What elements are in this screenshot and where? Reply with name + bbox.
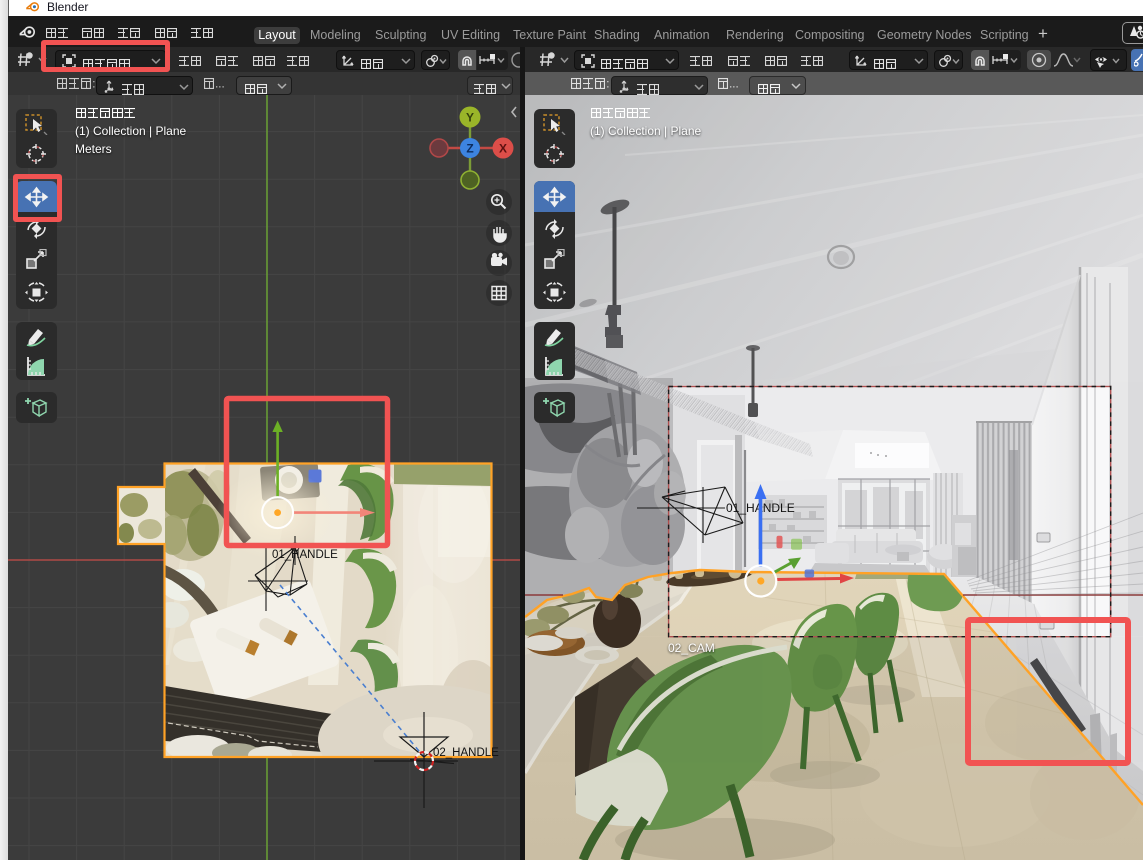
svg-text:Z: Z	[466, 142, 473, 156]
svg-text:Y: Y	[466, 111, 474, 125]
svg-text:01_HANDLE: 01_HANDLE	[272, 549, 338, 561]
svg-text:X: X	[499, 142, 507, 156]
svg-text:02_HANDLE: 02_HANDLE	[433, 747, 499, 759]
